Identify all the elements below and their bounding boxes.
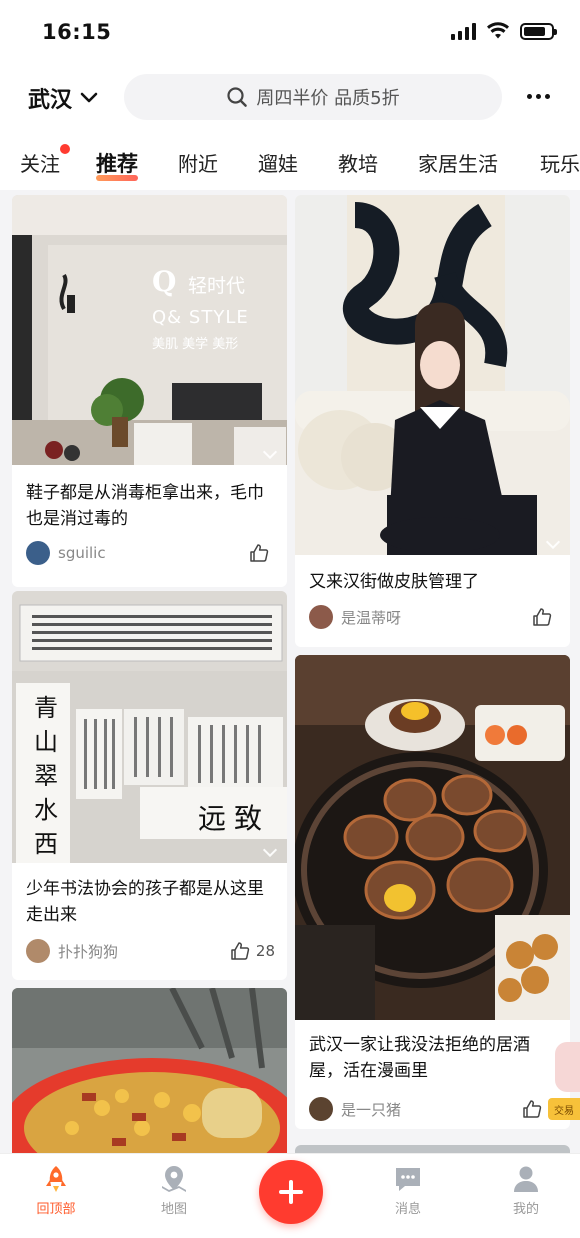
author-name[interactable]: 是一只猪 bbox=[341, 1099, 401, 1120]
card-title: 又来汉街做皮肤管理了 bbox=[309, 572, 479, 592]
avatar[interactable] bbox=[26, 939, 50, 963]
search-icon bbox=[227, 87, 248, 107]
nav-messages[interactable]: 消息 bbox=[368, 1164, 448, 1217]
status-icons bbox=[451, 22, 557, 40]
calligraphy-vertical-text: 青山翠水西 bbox=[34, 694, 58, 858]
nav-label: 地图 bbox=[160, 1202, 187, 1217]
tab-kids[interactable]: 遛娃 bbox=[258, 148, 298, 177]
wifi-icon bbox=[487, 22, 509, 39]
fried-rice-photo bbox=[12, 988, 287, 1153]
more-menu-button[interactable] bbox=[518, 78, 558, 114]
tab-home-life[interactable]: 家居生活 bbox=[418, 148, 498, 177]
nav-map[interactable]: 地图 bbox=[134, 1164, 214, 1217]
category-tabs: 关注 推荐 附近 遛娃 教培 家居生活 玩乐 bbox=[0, 140, 580, 186]
card-title: 少年书法协会的孩子都是从这里走出来 bbox=[26, 879, 264, 925]
floating-promo-widget[interactable] bbox=[555, 1042, 580, 1092]
thumbs-up-icon bbox=[231, 942, 250, 960]
tab-education[interactable]: 教培 bbox=[338, 148, 378, 177]
card-meta: 是一只猪 9 bbox=[309, 1097, 558, 1121]
calligraphy-horizontal-text: 远致 bbox=[198, 802, 271, 835]
avatar[interactable] bbox=[309, 1097, 333, 1121]
search-bar[interactable]: 周四半价 品质5折 bbox=[124, 74, 502, 120]
thumbs-up-icon bbox=[250, 544, 269, 562]
card-image bbox=[295, 655, 570, 1020]
salon-photo bbox=[12, 195, 287, 465]
feed-card-fried-rice[interactable] bbox=[12, 988, 287, 1153]
bottom-tab-bar: 回顶部 地图 消息 我的 bbox=[0, 1153, 580, 1238]
card-image: Q 轻时代 Q& STYLE 美肌 美学 美形 bbox=[12, 195, 287, 465]
city-label: 武汉 bbox=[28, 88, 73, 113]
like-count: 28 bbox=[255, 942, 275, 960]
feed-card-calligraphy[interactable]: 青山翠水西 远致 少年书法协会的孩子都是从这里走出来 扑扑狗狗 28 bbox=[12, 591, 287, 980]
create-post-button[interactable] bbox=[259, 1160, 323, 1224]
rocket-icon bbox=[46, 1166, 66, 1192]
nav-label: 回顶部 bbox=[36, 1202, 76, 1217]
card-title: 武汉一家让我没法拒绝的居酒屋，活在漫画里 bbox=[309, 1035, 530, 1081]
battery-icon bbox=[520, 22, 557, 40]
floating-promo-tag[interactable]: 交易 bbox=[548, 1098, 580, 1120]
feed-card-skincare[interactable]: 又来汉街做皮肤管理了 是温蒂呀 bbox=[295, 195, 570, 647]
salon-logo-tagline: 美肌 美学 美形 bbox=[152, 337, 239, 352]
like-button[interactable]: 28 bbox=[230, 941, 275, 961]
city-selector[interactable]: 武汉 bbox=[28, 82, 98, 114]
chevron-down-icon bbox=[80, 92, 98, 103]
portrait-photo bbox=[295, 195, 570, 555]
card-meta: sguilic bbox=[26, 541, 275, 565]
avatar[interactable] bbox=[26, 541, 50, 565]
thumbs-up-icon bbox=[523, 1100, 542, 1118]
status-time: 16:15 bbox=[42, 20, 112, 44]
top-header: 武汉 周四半价 品质5折 bbox=[0, 66, 580, 128]
plus-icon bbox=[279, 1180, 303, 1204]
card-image: 青山翠水西 远致 bbox=[12, 591, 287, 863]
search-placeholder: 周四半价 品质5折 bbox=[256, 88, 400, 109]
card-image bbox=[295, 195, 570, 555]
author-name[interactable]: 扑扑狗狗 bbox=[58, 941, 118, 962]
status-bar: 16:15 bbox=[0, 0, 580, 66]
salon-logo-cn: 轻时代 bbox=[188, 275, 246, 297]
tab-recommended[interactable]: 推荐 bbox=[96, 148, 138, 181]
tab-follow[interactable]: 关注 bbox=[20, 144, 70, 177]
nav-label: 消息 bbox=[394, 1202, 421, 1217]
nav-label: 我的 bbox=[512, 1202, 539, 1217]
card-title: 鞋子都是从消毒柜拿出来，毛巾也是消过毒的 bbox=[26, 483, 264, 529]
map-pin-icon bbox=[162, 1166, 186, 1192]
salon-logo-en: Q& STYLE bbox=[152, 307, 249, 328]
feed-card-next[interactable] bbox=[295, 1145, 570, 1153]
salon-logo-mark: Q bbox=[152, 265, 177, 298]
person-icon bbox=[514, 1166, 538, 1192]
card-meta: 是温蒂呀 bbox=[309, 605, 558, 629]
feed-card-salon[interactable]: Q 轻时代 Q& STYLE 美肌 美学 美形 鞋子都是从消毒柜拿出来，毛巾也是… bbox=[12, 195, 287, 587]
like-button[interactable] bbox=[249, 543, 275, 563]
author-name[interactable]: 是温蒂呀 bbox=[341, 607, 401, 628]
tab-nearby[interactable]: 附近 bbox=[178, 148, 218, 177]
notification-dot bbox=[60, 144, 70, 154]
nav-profile[interactable]: 我的 bbox=[486, 1164, 566, 1217]
like-button[interactable] bbox=[532, 607, 558, 627]
avatar[interactable] bbox=[309, 605, 333, 629]
card-image bbox=[12, 988, 287, 1153]
feed-card-izakaya[interactable]: 武汉一家让我没法拒绝的居酒屋，活在漫画里 是一只猪 9 bbox=[295, 655, 570, 1129]
tab-entertainment[interactable]: 玩乐 bbox=[540, 148, 580, 177]
feed-grid: Q 轻时代 Q& STYLE 美肌 美学 美形 鞋子都是从消毒柜拿出来，毛巾也是… bbox=[0, 190, 580, 1153]
message-icon bbox=[396, 1168, 420, 1191]
card-meta: 扑扑狗狗 28 bbox=[26, 939, 275, 963]
izakaya-food-photo bbox=[295, 655, 570, 1020]
author-name[interactable]: sguilic bbox=[58, 544, 106, 562]
thumbs-up-icon bbox=[533, 608, 552, 626]
nav-back-to-top[interactable]: 回顶部 bbox=[16, 1164, 96, 1217]
cellular-signal-icon bbox=[451, 22, 476, 40]
